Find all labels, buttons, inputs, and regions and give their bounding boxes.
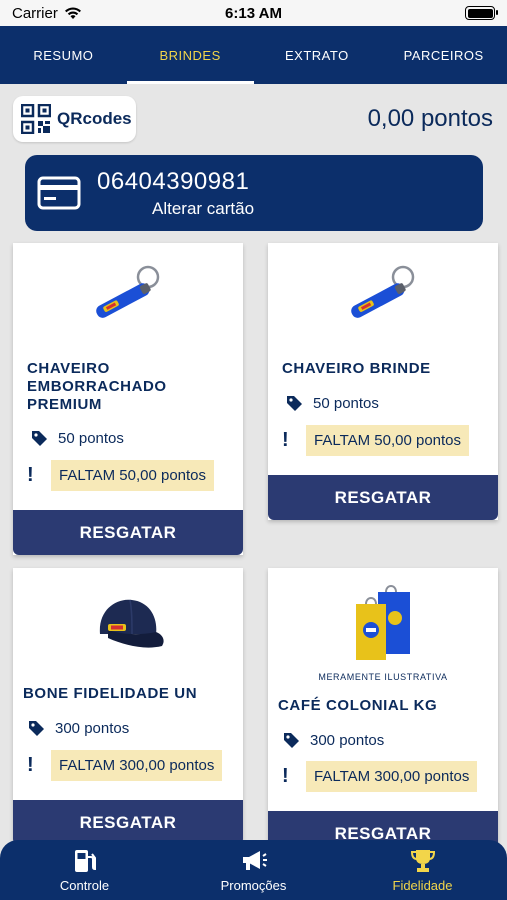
missing-points: ! FALTAM 300,00 pontos	[27, 750, 223, 781]
points-balance: 0,00 pontos	[367, 105, 493, 132]
loyalty-card-panel[interactable]: 06404390981 Alterar cartão	[25, 155, 483, 231]
product-card: BONE FIDELIDADE UN 300 pontos ! FALTAM 3…	[13, 568, 243, 858]
product-price-label: 50 pontos	[313, 395, 379, 412]
price-tag-icon	[284, 733, 299, 748]
product-price-label: 300 pontos	[55, 720, 130, 737]
carrier-label: Carrier	[12, 4, 58, 22]
product-card: MERAMENTE ILUSTRATIVA CAFÉ COLONIAL KG 3…	[268, 568, 498, 858]
redeem-button[interactable]: RESGATAR	[13, 800, 243, 845]
missing-points: ! FALTAM 50,00 pontos	[27, 460, 215, 491]
product-title: BONE FIDELIDADE UN	[23, 685, 198, 702]
qrcodes-label: QRcodes	[57, 109, 132, 128]
product-price-label: 50 pontos	[58, 430, 124, 447]
qrcode-icon	[21, 104, 51, 134]
wifi-icon	[64, 6, 81, 19]
trophy-icon	[410, 849, 435, 872]
bottom-tab-label: Promoções	[220, 877, 287, 893]
tab-parceiros[interactable]: PARCEIROS	[380, 26, 507, 84]
missing-points-label: FALTAM 50,00 pontos	[51, 460, 215, 491]
exclamation-icon: !	[27, 464, 34, 486]
product-image	[13, 590, 243, 656]
illustrative-caption: MERAMENTE ILUSTRATIVA	[318, 672, 448, 682]
product-title: CHAVEIRO BRINDE	[282, 360, 431, 377]
status-bar: Carrier 6:13 AM	[0, 0, 507, 26]
bottom-tab-label: Fidelidade	[392, 877, 453, 893]
redeem-button[interactable]: RESGATAR	[268, 475, 498, 520]
product-price: 300 pontos	[283, 732, 384, 749]
card-number: 06404390981	[97, 167, 250, 195]
missing-points: ! FALTAM 300,00 pontos	[282, 761, 478, 792]
tab-brindes[interactable]: BRINDES	[126, 26, 254, 84]
product-price: 50 pontos	[31, 430, 124, 447]
top-tab-bar: RESUMO BRINDES EXTRATO PARCEIROS	[0, 26, 507, 84]
change-card-link[interactable]: Alterar cartão	[97, 199, 254, 219]
product-price-label: 300 pontos	[310, 732, 385, 749]
product-card: CHAVEIRO EMBORRACHADO PREMIUM 50 pontos …	[13, 243, 243, 555]
bottom-tab-fidelidade[interactable]: Fidelidade	[338, 840, 507, 900]
missing-points-label: FALTAM 300,00 pontos	[306, 761, 478, 792]
status-left: Carrier	[12, 5, 82, 22]
credit-card-icon	[37, 176, 81, 210]
bottom-tab-promocoes[interactable]: Promoções	[169, 840, 338, 900]
exclamation-icon: !	[27, 754, 34, 776]
megaphone-icon	[242, 850, 267, 870]
bottom-tab-label: Controle	[59, 877, 110, 893]
cap-icon	[99, 599, 164, 648]
qrcodes-button[interactable]: QRcodes	[13, 96, 136, 142]
product-price: 50 pontos	[286, 395, 379, 412]
exclamation-icon: !	[282, 429, 289, 451]
product-price: 300 pontos	[28, 720, 129, 737]
keychain-icon	[96, 265, 160, 318]
exclamation-icon: !	[282, 765, 289, 787]
tab-resumo[interactable]: RESUMO	[0, 26, 127, 84]
missing-points-label: FALTAM 50,00 pontos	[306, 425, 470, 456]
product-title: CHAVEIRO EMBORRACHADO PREMIUM	[27, 360, 167, 413]
missing-points-label: FALTAM 300,00 pontos	[51, 750, 223, 781]
gas-pump-icon	[74, 849, 96, 872]
bottom-tab-controle[interactable]: Controle	[0, 840, 169, 900]
redeem-button[interactable]: RESGATAR	[13, 510, 243, 555]
product-image	[13, 261, 243, 331]
bottom-tab-bar: Controle Promoções Fidelidade	[0, 840, 507, 900]
product-image	[268, 582, 498, 664]
battery-icon	[465, 6, 498, 20]
shopping-bags-icon	[356, 585, 410, 660]
price-tag-icon	[29, 721, 44, 736]
keychain-icon	[351, 265, 415, 318]
product-title: CAFÉ COLONIAL KG	[278, 697, 438, 714]
tab-extrato[interactable]: EXTRATO	[254, 26, 381, 84]
product-card: CHAVEIRO BRINDE 50 pontos ! FALTAM 50,00…	[268, 243, 498, 520]
missing-points: ! FALTAM 50,00 pontos	[282, 425, 470, 456]
price-tag-icon	[287, 396, 302, 411]
product-image	[268, 261, 498, 331]
price-tag-icon	[32, 431, 47, 446]
